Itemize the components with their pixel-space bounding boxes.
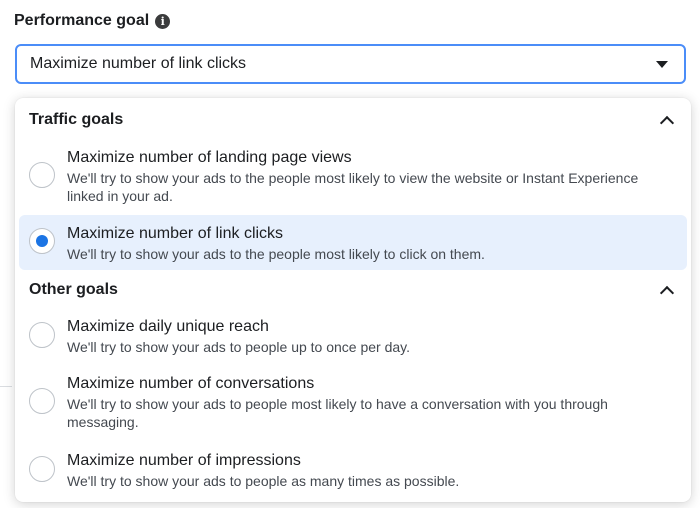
option-text: Maximize number of impressions We'll try… xyxy=(67,451,677,490)
radio-selected-dot xyxy=(36,235,48,247)
option-title: Maximize daily unique reach xyxy=(67,318,269,335)
section-header-traffic-goals[interactable]: Traffic goals xyxy=(15,100,691,140)
radio-daily-unique-reach[interactable] xyxy=(29,322,55,348)
option-text: Maximize number of landing page views We… xyxy=(67,148,677,205)
option-description: We'll try to show your ads to people as … xyxy=(67,473,460,489)
section-title-traffic-goals: Traffic goals xyxy=(29,111,124,128)
option-daily-unique-reach[interactable]: Maximize daily unique reach We'll try to… xyxy=(19,317,687,362)
selected-goal-value: Maximize number of link clicks xyxy=(30,55,247,72)
option-description: We'll try to show your ads to the people… xyxy=(67,246,485,262)
section-header-other-goals[interactable]: Other goals xyxy=(15,270,691,310)
option-text: Maximize number of conversations We'll t… xyxy=(67,374,677,431)
option-text: Maximize number of link clicks We'll try… xyxy=(67,224,677,263)
chevron-up-icon[interactable] xyxy=(659,285,675,300)
option-title: Maximize number of impressions xyxy=(67,452,301,469)
option-description: We'll try to show your ads to people up … xyxy=(67,339,411,355)
performance-goal-label-row: Performance goal i xyxy=(14,12,171,30)
option-landing-page-views[interactable]: Maximize number of landing page views We… xyxy=(19,148,687,210)
option-title: Maximize number of conversations xyxy=(67,375,315,392)
performance-goal-page: Performance goal i Maximize number of li… xyxy=(0,0,700,508)
option-conversations[interactable]: Maximize number of conversations We'll t… xyxy=(19,374,687,436)
background-divider xyxy=(0,386,12,387)
info-icon[interactable]: i xyxy=(155,13,171,29)
option-title: Maximize number of landing page views xyxy=(67,149,352,166)
radio-impressions[interactable] xyxy=(29,456,55,482)
goal-dropdown-menu: Traffic goals Maximize number of landing… xyxy=(15,98,691,502)
radio-conversations[interactable] xyxy=(29,388,55,414)
chevron-up-icon[interactable] xyxy=(659,115,675,130)
option-description: We'll try to show your ads to the people… xyxy=(67,170,639,204)
radio-landing-page-views[interactable] xyxy=(29,162,55,188)
option-title: Maximize number of link clicks xyxy=(67,225,284,242)
option-link-clicks[interactable]: Maximize number of link clicks We'll try… xyxy=(19,215,687,270)
option-impressions[interactable]: Maximize number of impressions We'll try… xyxy=(19,451,687,496)
performance-goal-label: Performance goal xyxy=(14,12,150,29)
option-text: Maximize daily unique reach We'll try to… xyxy=(67,317,677,356)
radio-link-clicks[interactable] xyxy=(29,228,55,254)
caret-down-icon xyxy=(656,60,668,68)
section-title-other-goals: Other goals xyxy=(29,281,118,298)
performance-goal-select[interactable]: Maximize number of link clicks xyxy=(15,44,686,84)
option-description: We'll try to show your ads to people mos… xyxy=(67,396,608,430)
